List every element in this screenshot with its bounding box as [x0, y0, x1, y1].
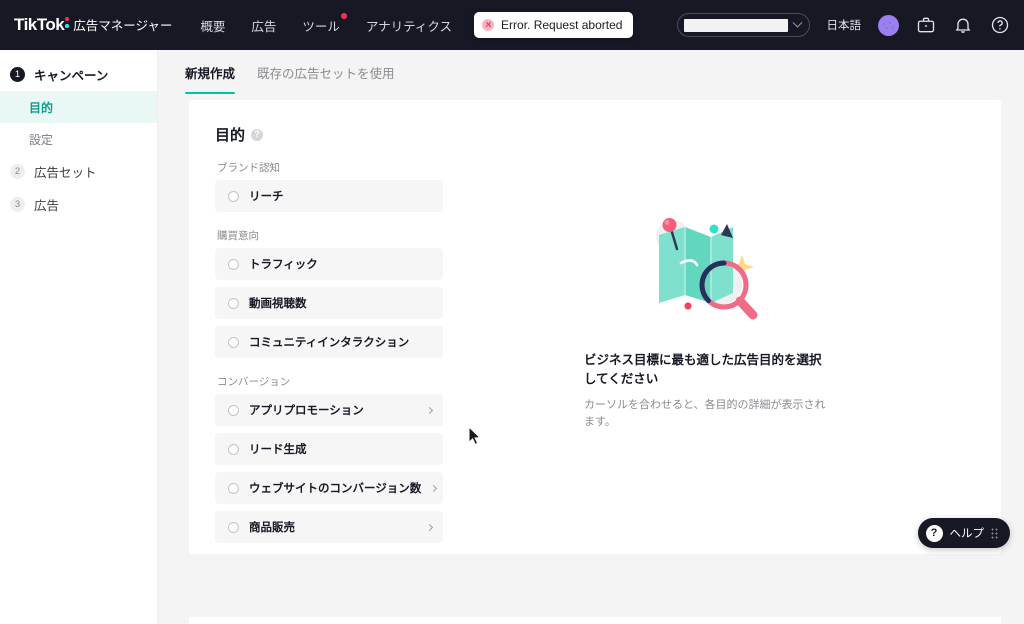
map-magnifier-illustration [584, 205, 829, 333]
sidebar-step-label: 広告セット [34, 166, 97, 180]
error-toast: Error. Request aborted [474, 12, 634, 38]
brand-logo[interactable]: TikTok 広告マネージャー [0, 15, 172, 35]
objective-option-video-views[interactable]: 動画視聴数 [215, 287, 443, 319]
step-number-badge: 3 [10, 197, 25, 212]
brand-product-name: 広告マネージャー [73, 19, 173, 33]
chevron-right-icon[interactable] [430, 484, 438, 492]
language-selector[interactable]: 日本語 [827, 17, 862, 33]
sidebar-step-campaign[interactable]: 1 キャンペーン [0, 58, 157, 91]
objective-option-label: リード生成 [249, 444, 307, 456]
radio-button-icon[interactable] [228, 521, 239, 533]
empty-state-title: ビジネス目標に最も適した広告目的を選択してください [584, 353, 822, 387]
bell-icon[interactable] [953, 15, 973, 35]
creation-mode-tabs: 新規作成 既存の広告セットを使用 [158, 50, 1024, 94]
top-bar-right-cluster: 日本語 [676, 13, 1024, 37]
objective-option-product-sales[interactable]: 商品販売 [215, 511, 443, 543]
form-action-bar: 閉じる 続行 [189, 617, 1001, 624]
top-nav-label: ツール [302, 19, 340, 34]
chevron-right-icon[interactable] [425, 523, 434, 531]
top-nav-links: 概要 広告 ツール アナリティクス [200, 12, 452, 35]
radio-button-icon[interactable] [228, 443, 239, 455]
objective-group-label-conversion: コンバージョン [217, 376, 291, 388]
top-nav-label: 広告 [251, 19, 277, 34]
brand-colon-icon [65, 16, 71, 30]
tab-label: 新規作成 [185, 67, 236, 81]
help-circle-icon: ? [925, 524, 943, 542]
tab-label: 既存の広告セットを使用 [257, 67, 395, 81]
top-nav-item-ads[interactable]: 広告 [251, 16, 276, 35]
sidebar-item-settings[interactable]: 設定 [0, 123, 157, 155]
radio-button-icon[interactable] [228, 336, 239, 348]
objective-option-label: 動画視聴数 [249, 298, 307, 310]
radio-button-icon[interactable] [228, 297, 239, 309]
objective-option-lead-generation[interactable]: リード生成 [215, 433, 443, 465]
error-circle-icon [482, 19, 495, 31]
main-content: 新規作成 既存の広告セットを使用 目的 ? ブランド認知 リーチ 購買意向 トラ… [158, 50, 1024, 624]
account-selector[interactable] [676, 13, 810, 37]
chevron-right-icon[interactable] [425, 406, 434, 414]
chevron-down-icon [792, 17, 802, 28]
radio-button-icon[interactable] [228, 190, 239, 202]
sidebar-step-adgroup[interactable]: 2 広告セット [0, 155, 157, 188]
sidebar-step-label: キャンペーン [34, 69, 109, 83]
sidebar-step-label: 広告 [34, 199, 60, 213]
objective-option-label: 商品販売 [249, 522, 295, 534]
objective-group-label-consideration: 購買意向 [217, 230, 259, 242]
objective-options-column: ブランド認知 リーチ 購買意向 トラフィック 動画視聴数 コミュニティインタラク… [215, 160, 443, 543]
brand-logo-text: TikTok [14, 15, 65, 34]
top-nav-item-overview[interactable]: 概要 [200, 16, 225, 35]
objective-option-label: トラフィック [249, 259, 318, 271]
error-toast-message: Error. Request aborted [501, 18, 623, 32]
avatar[interactable] [878, 14, 899, 36]
tab-use-existing-adgroup[interactable]: 既存の広告セットを使用 [257, 63, 395, 94]
objective-option-community-interaction[interactable]: コミュニティインタラクション [215, 326, 443, 358]
objective-option-label: アプリプロモーション [249, 405, 364, 417]
step-number-badge: 2 [10, 164, 25, 179]
objective-option-reach[interactable]: リーチ [215, 180, 443, 212]
help-widget-button[interactable]: ? ヘルプ [917, 518, 1010, 548]
objective-option-traffic[interactable]: トラフィック [215, 248, 443, 280]
top-nav-item-analytics[interactable]: アナリティクス [366, 16, 452, 35]
objective-option-label: コミュニティインタラクション [249, 337, 410, 349]
campaign-steps-sidebar: 1 キャンペーン 目的 設定 2 広告セット 3 広告 [0, 50, 158, 624]
sidebar-step-ad[interactable]: 3 広告 [0, 188, 157, 221]
drag-handle-icon[interactable] [991, 527, 998, 539]
objective-card: 目的 ? ブランド認知 リーチ 購買意向 トラフィック 動画視聴数 コミュニティ… [189, 100, 1001, 554]
top-nav-label: 概要 [200, 19, 226, 34]
objective-header: 目的 ? [215, 124, 1001, 145]
objective-option-label: リーチ [249, 191, 284, 203]
objective-option-label: ウェブサイトのコンバージョン数 [249, 483, 422, 495]
info-icon[interactable]: ? [251, 128, 264, 141]
page-title: 目的 [215, 127, 246, 144]
top-nav-label: アナリティクス [365, 19, 453, 34]
notification-dot-icon [340, 12, 347, 19]
account-name-redacted [683, 18, 788, 32]
objective-option-website-conversions[interactable]: ウェブサイトのコンバージョン数 [215, 472, 443, 504]
radio-button-icon[interactable] [228, 404, 239, 416]
top-nav-item-tools[interactable]: ツール [302, 12, 347, 35]
objective-empty-state: ビジネス目標に最も適した広告目的を選択してください カーソルを合わせると、各目的… [584, 205, 829, 432]
sidebar-subitem-label: 目的 [29, 100, 54, 115]
tab-create-new[interactable]: 新規作成 [185, 63, 236, 94]
sidebar-item-objective[interactable]: 目的 [0, 91, 157, 123]
radio-button-icon[interactable] [228, 258, 239, 270]
objective-group-label-awareness: ブランド認知 [217, 162, 280, 174]
help-circle-icon[interactable] [990, 15, 1010, 35]
radio-button-icon[interactable] [228, 482, 239, 494]
sidebar-subitem-label: 設定 [29, 132, 54, 147]
empty-state-subtitle: カーソルを合わせると、各目的の詳細が表示されます。 [584, 398, 826, 429]
help-widget-label: ヘルプ [949, 528, 985, 540]
objective-option-app-promotion[interactable]: アプリプロモーション [215, 394, 443, 426]
step-number-badge: 1 [10, 67, 25, 82]
briefcase-icon[interactable] [916, 15, 936, 35]
top-navigation-bar: TikTok 広告マネージャー 概要 広告 ツール アナリティクス Error.… [0, 0, 1024, 50]
